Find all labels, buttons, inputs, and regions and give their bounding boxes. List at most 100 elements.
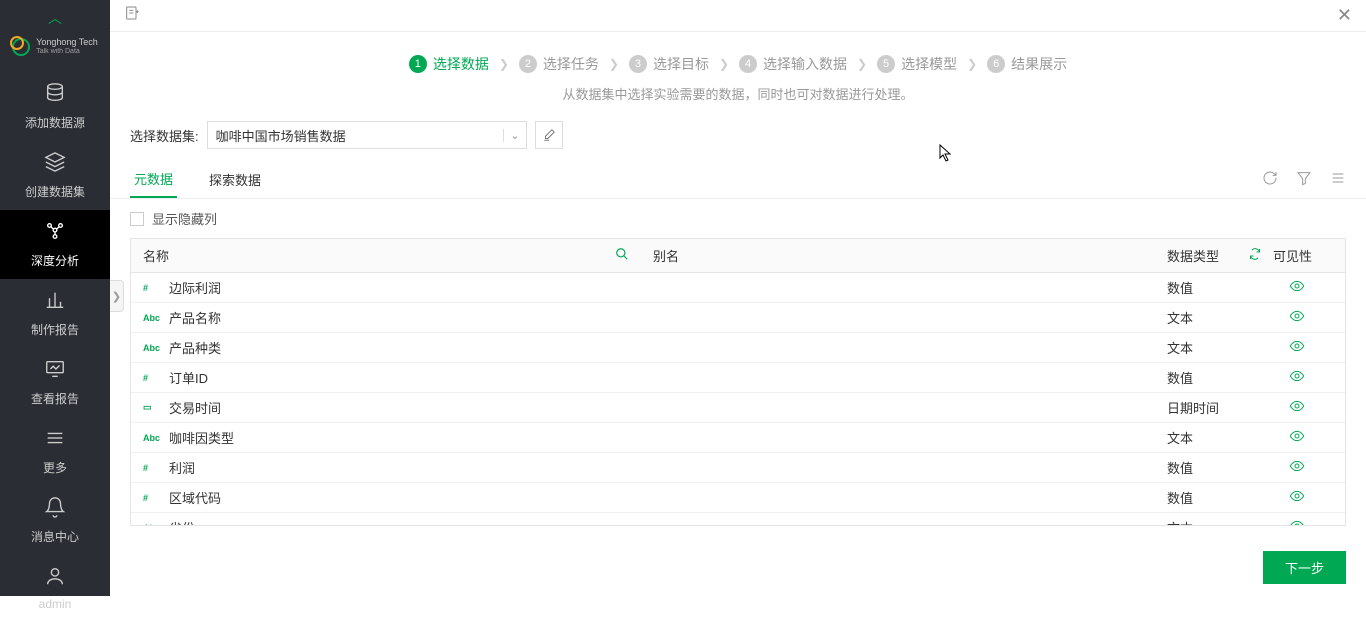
- search-icon[interactable]: [615, 247, 629, 264]
- col-name-text: 交易时间: [169, 398, 221, 417]
- chevron-right-icon: ❯: [499, 57, 509, 71]
- step-num: 3: [629, 55, 647, 73]
- table-row[interactable]: # 利润 数值: [131, 453, 1345, 483]
- step-4[interactable]: 4选择输入数据: [739, 54, 847, 74]
- sync-icon[interactable]: [1249, 248, 1261, 263]
- collapse-arrow-icon[interactable]: ︿: [48, 8, 62, 28]
- col-name-text: 边际利润: [169, 278, 221, 297]
- list-icon[interactable]: [1330, 170, 1346, 190]
- eye-icon[interactable]: [1289, 338, 1305, 357]
- table-row[interactable]: # 边际利润 数值: [131, 273, 1345, 303]
- eye-icon[interactable]: [1289, 428, 1305, 447]
- table-row[interactable]: Abc 产品名称 文本: [131, 303, 1345, 333]
- type-icon: Abc: [143, 433, 161, 443]
- th-name: 名称: [131, 246, 641, 265]
- type-icon: Abc: [143, 313, 161, 323]
- step-3[interactable]: 3 选择目标: [629, 54, 709, 74]
- step-6[interactable]: 6 结果展示: [987, 54, 1067, 74]
- user-icon: [44, 565, 66, 593]
- sidebar-item-more[interactable]: 更多: [0, 417, 110, 486]
- cell-name: # 订单ID: [131, 368, 641, 387]
- type-icon: #: [143, 283, 161, 293]
- eye-icon[interactable]: [1289, 458, 1305, 477]
- next-button[interactable]: 下一步: [1263, 551, 1346, 584]
- monitor-icon: [44, 358, 66, 386]
- table-row[interactable]: Abc 咖啡因类型 文本: [131, 423, 1345, 453]
- sidebar-item-label: 查看报告: [31, 390, 79, 407]
- sidebar-item-datasource[interactable]: 添加数据源: [0, 72, 110, 141]
- th-name-text: 名称: [143, 246, 169, 265]
- layers-icon: [44, 151, 66, 179]
- step-label: 选择任务: [543, 54, 599, 74]
- cell-name: # 边际利润: [131, 278, 641, 297]
- table-row[interactable]: Abc 省份 文本: [131, 513, 1345, 525]
- step-num: 5: [877, 55, 895, 73]
- tab-explore[interactable]: 探索数据: [205, 162, 265, 197]
- cell-name: # 利润: [131, 458, 641, 477]
- cell-name: Abc 产品种类: [131, 338, 641, 357]
- type-icon: Abc: [143, 523, 161, 526]
- step-2[interactable]: 2选择任务: [519, 54, 599, 74]
- sidebar-item-label: 创建数据集: [25, 183, 85, 200]
- sidebar-item-user[interactable]: admin: [0, 555, 110, 621]
- table-row[interactable]: ▭ 交易时间 日期时间: [131, 393, 1345, 423]
- sidebar-item-messages[interactable]: 消息中心: [0, 486, 110, 555]
- dataset-select[interactable]: 咖啡中国市场销售数据 ⌄: [207, 121, 527, 149]
- edit-dataset-button[interactable]: [535, 121, 563, 149]
- brand-name: Yonghong Tech: [36, 37, 98, 47]
- columns-table: 名称 别名 数据类型 可见性 # 边际利润 数值: [130, 238, 1346, 526]
- note-icon[interactable]: [124, 5, 140, 26]
- sidebar: ︿ Yonghong Tech Talk with Data 添加数据源 创建数…: [0, 0, 110, 596]
- th-vis-text: 可见性: [1273, 246, 1312, 265]
- th-dtype: 数据类型: [1167, 246, 1249, 265]
- cell-dtype: 数值: [1167, 368, 1249, 387]
- step-5[interactable]: 5 选择模型: [877, 54, 957, 74]
- type-icon: #: [143, 493, 161, 503]
- step-label: 选择目标: [653, 54, 709, 74]
- step-num: 6: [987, 55, 1005, 73]
- eye-icon[interactable]: [1289, 278, 1305, 297]
- tab-metadata[interactable]: 元数据: [130, 161, 177, 198]
- eye-icon[interactable]: [1289, 308, 1305, 327]
- close-icon[interactable]: ✕: [1337, 5, 1352, 26]
- col-name-text: 咖啡因类型: [169, 428, 234, 447]
- topbar: ✕: [110, 0, 1366, 32]
- eye-icon[interactable]: [1289, 368, 1305, 387]
- table-row[interactable]: # 区域代码 数值: [131, 483, 1345, 513]
- chevron-down-icon: ⌄: [503, 129, 519, 142]
- sidebar-item-analysis[interactable]: 深度分析: [0, 210, 110, 279]
- database-icon: [44, 82, 66, 110]
- refresh-icon[interactable]: [1262, 170, 1278, 190]
- sidebar-item-report-view[interactable]: 查看报告: [0, 348, 110, 417]
- cell-visibility: [1249, 518, 1345, 525]
- filter-icon[interactable]: [1296, 170, 1312, 190]
- col-name-text: 订单ID: [169, 368, 208, 387]
- main-panel: ✕ 1选择数据 ❯ 2选择任务 ❯ 3选择目标 ❯ 4选择输入数据 ❯ 5选择模…: [110, 0, 1366, 596]
- table-row[interactable]: # 订单ID 数值: [131, 363, 1345, 393]
- col-name-text: 区域代码: [169, 488, 221, 507]
- expand-handle[interactable]: ❯: [110, 280, 124, 312]
- table-row[interactable]: Abc 产品种类 文本: [131, 333, 1345, 363]
- th-visibility: 可见性: [1249, 246, 1345, 265]
- step-label: 选择模型: [901, 54, 957, 74]
- cell-visibility: [1249, 458, 1345, 477]
- sidebar-item-dataset[interactable]: 创建数据集: [0, 141, 110, 210]
- step-label: 结果展示: [1011, 54, 1067, 74]
- bell-icon: [44, 496, 66, 524]
- cell-dtype: 文本: [1167, 308, 1249, 327]
- sidebar-item-label: admin: [39, 597, 72, 611]
- show-hidden-checkbox[interactable]: [130, 212, 144, 226]
- cell-visibility: [1249, 488, 1345, 507]
- step-1[interactable]: 1选择数据: [409, 54, 489, 74]
- dataset-selector-row: 选择数据集: 咖啡中国市场销售数据 ⌄: [110, 121, 1366, 161]
- eye-icon[interactable]: [1289, 488, 1305, 507]
- type-icon: Abc: [143, 343, 161, 353]
- cell-dtype: 数值: [1167, 458, 1249, 477]
- brand-tagline: Talk with Data: [36, 48, 98, 56]
- sidebar-item-report-create[interactable]: 制作报告: [0, 279, 110, 348]
- menu-icon: [44, 427, 66, 455]
- chevron-right-icon: ❯: [719, 57, 729, 71]
- eye-icon[interactable]: [1289, 518, 1305, 525]
- cell-dtype: 文本: [1167, 338, 1249, 357]
- eye-icon[interactable]: [1289, 398, 1305, 417]
